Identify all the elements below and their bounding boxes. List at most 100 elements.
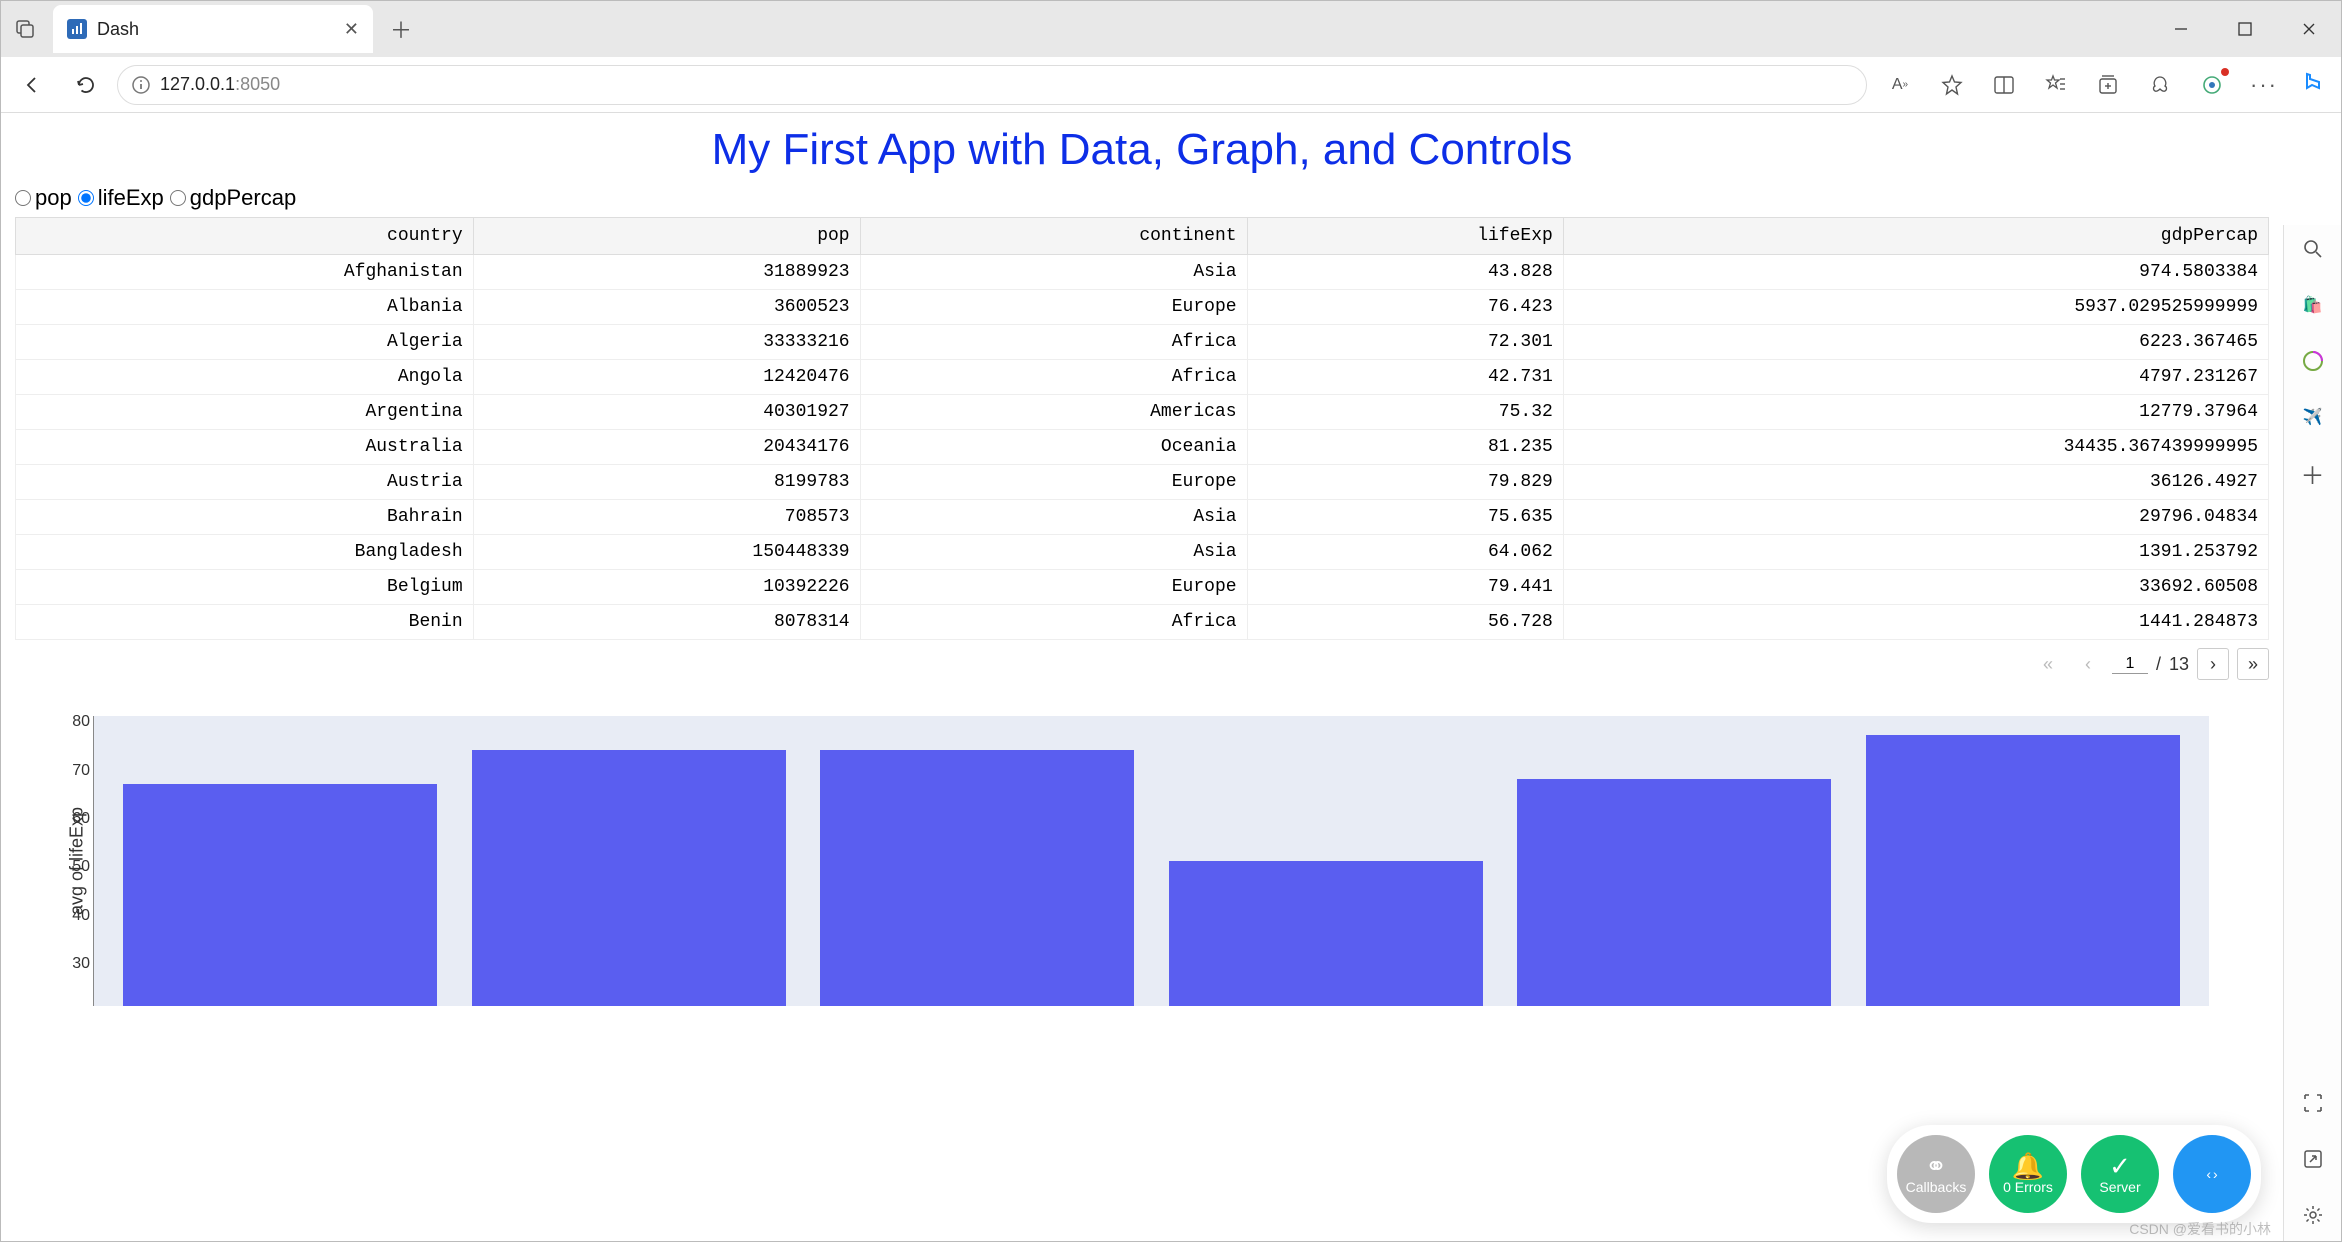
- table-cell[interactable]: 64.062: [1247, 535, 1563, 570]
- col-country[interactable]: country: [16, 218, 474, 255]
- table-cell[interactable]: 33333216: [473, 325, 860, 360]
- table-cell[interactable]: 708573: [473, 500, 860, 535]
- radio-option-gdpPercap[interactable]: gdpPercap: [170, 185, 296, 211]
- table-cell[interactable]: 42.731: [1247, 360, 1563, 395]
- page-current-input[interactable]: [2112, 655, 2148, 674]
- window-minimize-button[interactable]: [2149, 1, 2213, 57]
- chart-bar[interactable]: [1169, 861, 1483, 1006]
- shopping-icon[interactable]: 🛍️: [2299, 291, 2327, 319]
- radio-input[interactable]: [15, 190, 31, 206]
- radio-input[interactable]: [78, 190, 94, 206]
- office-icon[interactable]: [2299, 347, 2327, 375]
- table-cell[interactable]: 75.635: [1247, 500, 1563, 535]
- col-lifeExp[interactable]: lifeExp: [1247, 218, 1563, 255]
- tab-close-button[interactable]: ✕: [344, 19, 359, 40]
- table-cell[interactable]: 8199783: [473, 465, 860, 500]
- table-cell[interactable]: 72.301: [1247, 325, 1563, 360]
- split-screen-icon[interactable]: [1989, 70, 2019, 100]
- table-cell[interactable]: Europe: [860, 570, 1247, 605]
- table-cell[interactable]: Bangladesh: [16, 535, 474, 570]
- radio-option-lifeExp[interactable]: lifeExp: [78, 185, 164, 211]
- table-cell[interactable]: Asia: [860, 500, 1247, 535]
- table-cell[interactable]: Afghanistan: [16, 255, 474, 290]
- radio-option-pop[interactable]: pop: [15, 185, 72, 211]
- table-cell[interactable]: Bahrain: [16, 500, 474, 535]
- table-cell[interactable]: 150448339: [473, 535, 860, 570]
- table-cell[interactable]: Angola: [16, 360, 474, 395]
- search-icon[interactable]: [2299, 235, 2327, 263]
- table-cell[interactable]: 1391.253792: [1563, 535, 2268, 570]
- chart-bar[interactable]: [1517, 779, 1831, 1006]
- page-last-button[interactable]: »: [2237, 648, 2269, 680]
- table-cell[interactable]: Africa: [860, 360, 1247, 395]
- table-cell[interactable]: Oceania: [860, 430, 1247, 465]
- server-button[interactable]: ✓ Server: [2081, 1135, 2159, 1213]
- table-cell[interactable]: Africa: [860, 605, 1247, 640]
- table-cell[interactable]: 5937.029525999999: [1563, 290, 2268, 325]
- page-next-button[interactable]: ›: [2197, 648, 2229, 680]
- performance-icon[interactable]: [2145, 70, 2175, 100]
- settings-icon[interactable]: [2299, 1201, 2327, 1229]
- window-close-button[interactable]: [2277, 1, 2341, 57]
- menu-icon[interactable]: ···: [2249, 70, 2279, 100]
- table-cell[interactable]: Africa: [860, 325, 1247, 360]
- favorite-icon[interactable]: [1937, 70, 1967, 100]
- favorites-list-icon[interactable]: [2041, 70, 2071, 100]
- page-first-button[interactable]: «: [2032, 648, 2064, 680]
- table-cell[interactable]: 29796.04834: [1563, 500, 2268, 535]
- table-cell[interactable]: 79.829: [1247, 465, 1563, 500]
- share-icon[interactable]: [2299, 1145, 2327, 1173]
- send-icon[interactable]: ✈️: [2299, 403, 2327, 431]
- table-cell[interactable]: 1441.284873: [1563, 605, 2268, 640]
- chart-bar[interactable]: [472, 750, 786, 1006]
- table-cell[interactable]: 20434176: [473, 430, 860, 465]
- tab-overview-button[interactable]: [1, 5, 49, 53]
- table-cell[interactable]: Australia: [16, 430, 474, 465]
- read-aloud-icon[interactable]: A»: [1885, 70, 1915, 100]
- bing-chat-icon[interactable]: [2297, 70, 2327, 100]
- site-info-icon[interactable]: [132, 76, 150, 94]
- table-cell[interactable]: 36126.4927: [1563, 465, 2268, 500]
- new-tab-button[interactable]: ＋: [381, 9, 421, 49]
- chart-bar[interactable]: [820, 750, 1134, 1006]
- table-cell[interactable]: 6223.367465: [1563, 325, 2268, 360]
- table-cell[interactable]: 75.32: [1247, 395, 1563, 430]
- table-cell[interactable]: 33692.60508: [1563, 570, 2268, 605]
- radio-input[interactable]: [170, 190, 186, 206]
- table-cell[interactable]: 43.828: [1247, 255, 1563, 290]
- chart-plot-area[interactable]: 304050607080: [93, 716, 2209, 1006]
- chart-bar[interactable]: [123, 784, 437, 1006]
- table-cell[interactable]: Albania: [16, 290, 474, 325]
- window-maximize-button[interactable]: [2213, 1, 2277, 57]
- table-cell[interactable]: 34435.367439999995: [1563, 430, 2268, 465]
- table-cell[interactable]: 81.235: [1247, 430, 1563, 465]
- table-cell[interactable]: 4797.231267: [1563, 360, 2268, 395]
- screenshot-icon[interactable]: [2299, 1089, 2327, 1117]
- toggle-button[interactable]: ‹ ›: [2173, 1135, 2251, 1213]
- table-cell[interactable]: Algeria: [16, 325, 474, 360]
- col-pop[interactable]: pop: [473, 218, 860, 255]
- table-cell[interactable]: 12420476: [473, 360, 860, 395]
- table-cell[interactable]: 3600523: [473, 290, 860, 325]
- table-cell[interactable]: 31889923: [473, 255, 860, 290]
- table-cell[interactable]: Asia: [860, 535, 1247, 570]
- table-cell[interactable]: 76.423: [1247, 290, 1563, 325]
- table-cell[interactable]: Belgium: [16, 570, 474, 605]
- extension-icon[interactable]: [2197, 70, 2227, 100]
- callbacks-button[interactable]: ⚭ Callbacks: [1897, 1135, 1975, 1213]
- table-cell[interactable]: 56.728: [1247, 605, 1563, 640]
- browser-tab[interactable]: Dash ✕: [53, 5, 373, 53]
- table-cell[interactable]: 40301927: [473, 395, 860, 430]
- col-continent[interactable]: continent: [860, 218, 1247, 255]
- table-cell[interactable]: Benin: [16, 605, 474, 640]
- collections-icon[interactable]: [2093, 70, 2123, 100]
- back-button[interactable]: [9, 62, 55, 108]
- table-cell[interactable]: 79.441: [1247, 570, 1563, 605]
- table-cell[interactable]: Europe: [860, 290, 1247, 325]
- table-cell[interactable]: 12779.37964: [1563, 395, 2268, 430]
- table-cell[interactable]: 10392226: [473, 570, 860, 605]
- table-cell[interactable]: 974.5803384: [1563, 255, 2268, 290]
- col-gdpPercap[interactable]: gdpPercap: [1563, 218, 2268, 255]
- errors-button[interactable]: 🔔 0 Errors: [1989, 1135, 2067, 1213]
- table-cell[interactable]: Asia: [860, 255, 1247, 290]
